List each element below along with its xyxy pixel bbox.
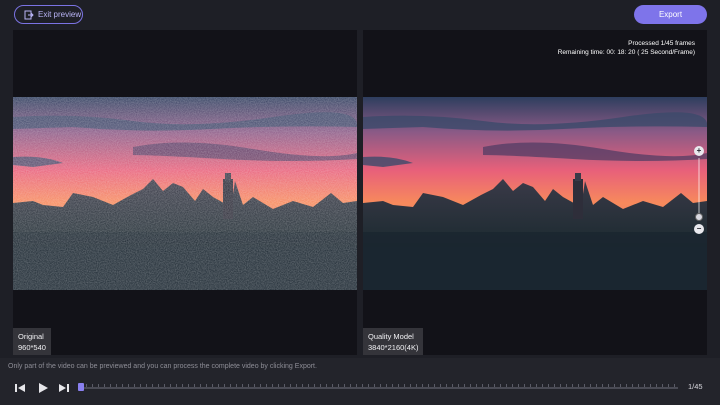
play-icon[interactable] [36,381,50,395]
preview-hint-text: Only part of the video can be previewed … [8,363,317,370]
quality-model-label-box: Quality Model 3840*2160(4K) [363,328,424,355]
original-preview-panel: Original 960*540 [13,30,357,355]
original-resolution: 960*540 [18,343,46,352]
previous-frame-icon[interactable] [13,381,27,395]
timeline-playhead[interactable] [78,383,84,391]
minus-icon: − [696,224,702,233]
original-label-box: Original 960*540 [13,328,51,355]
next-frame-icon[interactable] [57,381,71,395]
quality-model-title: Quality Model [368,332,414,341]
timeline-track[interactable] [78,383,678,391]
processing-status: Processed 1/45 frames Remaining time: 00… [558,39,695,57]
plus-icon: + [696,146,702,155]
processed-frames-text: Processed 1/45 frames [628,40,695,47]
top-bar: Exit preview Export [0,0,720,30]
frame-counter: 1/45 [688,382,703,391]
playback-bar: Only part of the video can be previewed … [0,358,720,405]
exit-icon [24,10,34,19]
timeline-ticks [80,384,678,387]
original-title: Original [18,332,44,341]
zoom-in-button[interactable]: + [694,146,704,156]
exit-preview-label: Exit preview [38,10,82,19]
exit-preview-button[interactable]: Exit preview [14,5,83,24]
enhanced-video-frame [363,97,707,290]
zoom-slider-thumb[interactable] [695,213,703,222]
zoom-out-button[interactable]: − [694,224,704,234]
remaining-time-text: Remaining time: 00: 18: 20 ( 25 Second/F… [557,49,695,56]
zoom-slider-track[interactable] [698,158,700,220]
zoom-control: + − [694,146,704,234]
quality-model-resolution: 3840*2160(4K) [368,343,419,352]
export-button[interactable]: Export [634,5,707,24]
original-video-frame [13,97,357,290]
enhanced-preview-panel: Processed 1/45 frames Remaining time: 00… [363,30,707,355]
